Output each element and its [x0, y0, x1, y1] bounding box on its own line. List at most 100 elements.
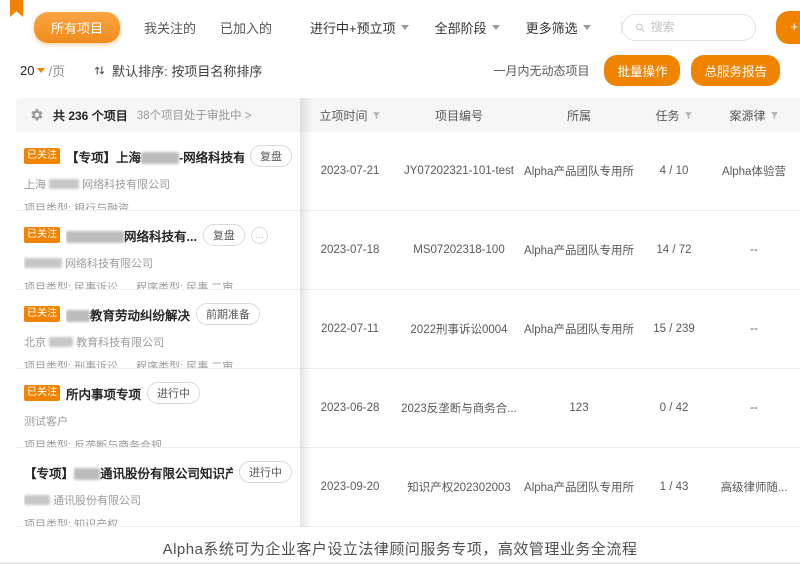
cell-date: 2022-07-11: [300, 323, 400, 335]
redacted-text: [24, 495, 50, 505]
title-segment: -网络科技有...: [179, 151, 244, 165]
projects-total-count: 共 236 个项目: [53, 107, 128, 124]
chevron-down-icon: [492, 25, 500, 30]
client-segment: 通讯股份有限公司: [53, 495, 141, 507]
plus-icon: +: [791, 20, 798, 34]
status-pill[interactable]: 进行中: [239, 461, 292, 483]
cell-org: 123: [518, 402, 640, 414]
tab-all-projects[interactable]: 所有项目: [34, 12, 120, 43]
cell-tasks: 14 / 72: [640, 244, 708, 256]
redacted-text: [74, 468, 100, 480]
members-more-button[interactable]: …: [251, 227, 268, 244]
client-segment: 测试客户: [24, 416, 68, 428]
redacted-text: [24, 258, 62, 268]
project-title[interactable]: 所内事项专项: [66, 384, 141, 403]
project-type: 项目类型: 刑事诉讼: [24, 358, 118, 368]
page-size-suffix: /页: [48, 61, 65, 80]
projects-table: 共 236 个项目 38个项目处于审批中 > 立项时间 项目编号 所属 任务 案…: [16, 98, 800, 527]
page-size-select[interactable]: 20 /页: [20, 61, 65, 80]
filter-icon: [770, 111, 779, 120]
client-segment: 上海: [24, 179, 46, 191]
title-segment: 所内事项专项: [66, 388, 141, 402]
cell-org: Alpha产品团队专用所: [518, 163, 640, 179]
cell-date: 2023-09-20: [300, 481, 400, 493]
redacted-text: [66, 231, 124, 243]
cell-org: Alpha产品团队专用所: [518, 479, 640, 495]
alpha-projects-page: 所有项目 我关注的 已加入的 进行中+预立项 全部阶段 更多筛选: [0, 0, 800, 564]
redacted-text: [49, 179, 79, 189]
cell-lawyer: --: [708, 244, 800, 256]
client-name: 北京 教育科技有限公司: [24, 334, 292, 350]
redacted-text: [141, 152, 179, 164]
table-row[interactable]: 已关注 教育劳动纠纷解决 前期准备 北京 教育科技有限公司 项目类型: 刑事诉讼…: [16, 290, 800, 369]
filter-bar: 进行中+预立项 全部阶段 更多筛选: [310, 18, 622, 37]
status-pill[interactable]: 进行中: [147, 382, 200, 404]
client-name: 通讯股份有限公司: [24, 492, 292, 508]
filter-more-dropdown[interactable]: 更多筛选: [526, 18, 591, 37]
status-pill[interactable]: 复盘: [250, 145, 292, 167]
search-input[interactable]: [651, 20, 743, 34]
project-title[interactable]: 网络科技有...: [66, 226, 197, 245]
column-header-number[interactable]: 项目编号: [400, 107, 518, 124]
cell-lawyer: --: [708, 402, 800, 414]
project-title[interactable]: 教育劳动纠纷解决: [66, 305, 190, 324]
chevron-down-icon: [583, 25, 591, 30]
cell-date: 2023-07-18: [300, 244, 400, 256]
table-body: 已关注 【专项】上海-网络科技有... 复盘 上海 网络科技有限公司 项目类型:…: [16, 132, 800, 527]
cell-tasks: 0 / 42: [640, 402, 708, 414]
service-report-button[interactable]: 总服务报告: [691, 55, 780, 86]
column-header-tasks[interactable]: 任务: [640, 107, 708, 124]
title-segment: 【专项】上海: [66, 151, 141, 165]
column-header-org[interactable]: 所属: [518, 107, 640, 124]
cell-date: 2023-06-28: [300, 402, 400, 414]
project-tabs: 所有项目 我关注的 已加入的: [34, 12, 272, 43]
client-segment: 教育科技有限公司: [76, 337, 164, 349]
tab-my-followed[interactable]: 我关注的: [144, 18, 196, 37]
project-type: 项目类型: 知识产权: [24, 516, 118, 526]
status-pill[interactable]: 复盘: [203, 224, 245, 246]
list-toolbar: 20 /页 默认排序: 按项目名称排序 一月内无动态项目 批量操作 总服务报告: [0, 57, 800, 84]
project-title[interactable]: 【专项】上海 -网络科技有...: [66, 147, 244, 166]
page-caption: Alpha系统可为企业客户设立法律顾问服务专项，高效管理业务全流程: [0, 538, 800, 559]
sort-control[interactable]: 默认排序: 按项目名称排序: [93, 61, 262, 80]
project-cell: 已关注 网络科技有... 复盘 … 网络科技有限公司 项目类型: 民事诉讼 程序…: [16, 211, 300, 289]
cell-tasks: 15 / 239: [640, 323, 708, 335]
project-type: 项目类型: 银行与融资: [24, 200, 129, 210]
followed-badge: 已关注: [24, 306, 60, 322]
new-project-button[interactable]: + 新建项目: [776, 11, 800, 44]
table-header-summary: 共 236 个项目 38个项目处于审批中 >: [16, 98, 300, 132]
batch-operations-button[interactable]: 批量操作: [604, 55, 680, 86]
filter-status-dropdown[interactable]: 进行中+预立项: [310, 18, 409, 37]
cell-lawyer: 高级律师随...: [708, 479, 800, 495]
gear-icon[interactable]: [30, 108, 44, 122]
cell-org: Alpha产品团队专用所: [518, 242, 640, 258]
approving-projects-link[interactable]: 38个项目处于审批中 >: [137, 107, 252, 123]
project-type: 项目类型: 民事诉讼: [24, 279, 118, 289]
procedure-type: 程序类型: 民事 二审: [136, 279, 233, 289]
toolbar-actions: 一月内无动态项目 批量操作 总服务报告: [493, 55, 780, 86]
title-segment: 【专项】: [24, 467, 74, 481]
column-header-date[interactable]: 立项时间: [300, 107, 400, 124]
filter-status-label: 进行中+预立项: [310, 18, 396, 37]
status-pill[interactable]: 前期准备: [196, 303, 260, 325]
inactive-projects-filter[interactable]: 一月内无动态项目: [493, 62, 589, 79]
filter-stage-dropdown[interactable]: 全部阶段: [435, 18, 500, 37]
client-segment: 北京: [24, 337, 46, 349]
project-cell: 已关注 教育劳动纠纷解决 前期准备 北京 教育科技有限公司 项目类型: 刑事诉讼…: [16, 290, 300, 368]
project-title[interactable]: 【专项】 通讯股份有限公司知识产权: [24, 463, 233, 482]
table-row[interactable]: 已关注 所内事项专项 进行中 测试客户 项目类型: 反垄断与商务合规 2023-…: [16, 369, 800, 448]
table-row[interactable]: 已关注 网络科技有... 复盘 … 网络科技有限公司 项目类型: 民事诉讼 程序…: [16, 211, 800, 290]
column-header-lawyer[interactable]: 案源律: [708, 107, 800, 124]
tab-joined[interactable]: 已加入的: [220, 18, 272, 37]
table-row[interactable]: 【专项】 通讯股份有限公司知识产权 进行中 通讯股份有限公司 项目类型: 知识产权…: [16, 448, 800, 527]
filter-stage-label: 全部阶段: [435, 18, 487, 37]
sort-label: 默认排序: 按项目名称排序: [112, 61, 262, 80]
search-box[interactable]: [622, 14, 756, 41]
title-segment: 通讯股份有限公司知识产权: [100, 467, 233, 481]
redacted-text: [49, 337, 73, 347]
table-row[interactable]: 已关注 【专项】上海-网络科技有... 复盘 上海 网络科技有限公司 项目类型:…: [16, 132, 800, 211]
client-name: 网络科技有限公司: [24, 255, 292, 271]
cell-number: 知识产权202302003: [400, 479, 518, 495]
cell-number: MS07202318-100: [400, 244, 518, 256]
client-name: 上海 网络科技有限公司: [24, 176, 292, 192]
